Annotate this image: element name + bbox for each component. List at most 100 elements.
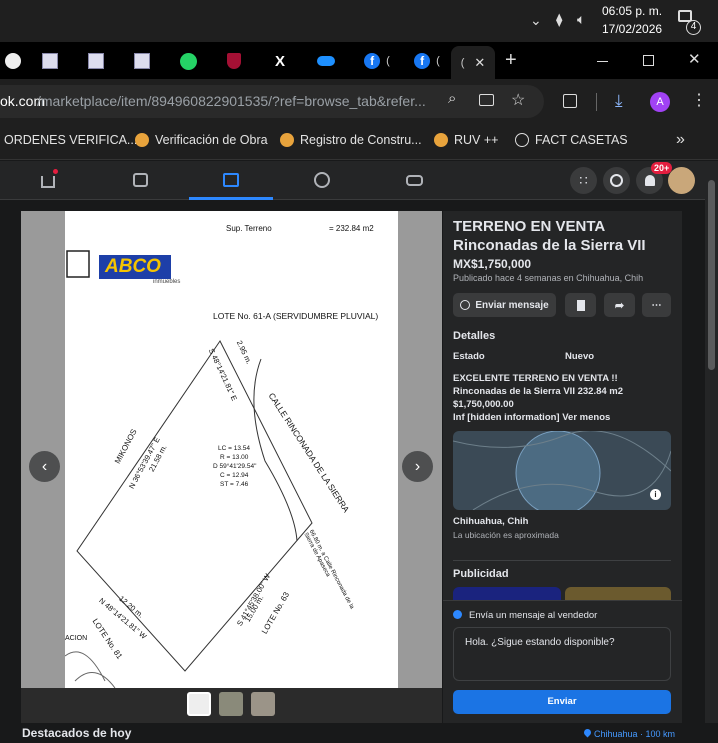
- bookmark-verificacion[interactable]: Verificación de Obra: [135, 133, 268, 147]
- next-photo-button[interactable]: ›: [402, 451, 433, 482]
- tab-label: (: [460, 56, 465, 69]
- watch-icon[interactable]: [129, 170, 151, 190]
- menu-grid-icon[interactable]: ∷: [570, 167, 597, 194]
- star-bookmark-icon[interactable]: ☆: [511, 90, 525, 110]
- minimize-icon[interactable]: [597, 61, 608, 62]
- curve-st: ST = 7.46: [220, 481, 249, 488]
- location-map[interactable]: i: [453, 431, 671, 510]
- more-options-button[interactable]: ⋯: [642, 293, 671, 317]
- location-pin-icon: [582, 727, 593, 738]
- browser-menu-icon[interactable]: ⋮: [691, 90, 707, 110]
- send-button[interactable]: Enviar: [453, 690, 671, 714]
- notification-badge: 20+: [651, 162, 673, 174]
- clock-time[interactable]: 06:05 p. m.: [602, 4, 662, 18]
- tab-facebook-2[interactable]: f(: [402, 49, 452, 73]
- gaming-icon[interactable]: [403, 170, 425, 190]
- tab-doc-3[interactable]: [117, 49, 167, 73]
- tab-onedrive[interactable]: [301, 49, 351, 73]
- groups-icon[interactable]: [311, 170, 333, 190]
- message-input[interactable]: Hola. ¿Sigue estando disponible?: [453, 627, 671, 681]
- whatsapp-icon: [179, 52, 197, 70]
- facebook-icon: f: [364, 53, 381, 69]
- location-note: La ubicación es aproximada: [453, 530, 559, 540]
- description-line-4: Inf [hidden information] Ver menos: [453, 412, 610, 423]
- volume-icon[interactable]: 🔈︎: [577, 11, 585, 28]
- acion-label: ACION: [65, 635, 88, 642]
- lote-61a-label: LOTE No. 61-A (SERVIDUMBRE PLUVIAL): [213, 311, 379, 321]
- map-roads: [453, 431, 671, 510]
- new-tab-icon[interactable]: +: [505, 49, 517, 72]
- extensions-icon[interactable]: [563, 94, 577, 108]
- brand-logo-sub: inmuebles: [153, 279, 181, 285]
- tab-doc-2[interactable]: [71, 49, 121, 73]
- divider: [596, 93, 597, 111]
- profile-avatar[interactable]: A: [650, 92, 670, 112]
- close-tab-icon[interactable]: ✕: [474, 55, 485, 71]
- omnibox[interactable]: ok.com /marketplace/item/894960822901535…: [0, 85, 544, 118]
- description-line-1: EXCELENTE TERRENO EN VENTA !!: [453, 373, 618, 384]
- tab-whatsapp[interactable]: [163, 49, 213, 73]
- listing-photo-viewer: ABCO inmuebles Sup. Terreno = 232.84 m2 …: [21, 211, 442, 723]
- ad-thumbnail-2[interactable]: [565, 587, 671, 601]
- bookmark-ruv[interactable]: RUV ++: [434, 133, 498, 147]
- save-button[interactable]: [565, 293, 596, 317]
- tab-x[interactable]: X: [255, 49, 305, 73]
- chevron-left-icon: ‹: [41, 457, 48, 475]
- see-less-link[interactable]: Ver menos: [562, 412, 610, 423]
- bookmark-fact-casetas[interactable]: FACT CASETAS: [515, 133, 628, 147]
- send-message-button[interactable]: Enviar mensaje: [453, 293, 556, 317]
- messenger-icon: [460, 300, 471, 310]
- tab-active[interactable]: ( ✕: [451, 46, 495, 79]
- marketplace-icon[interactable]: [220, 170, 242, 190]
- blurred-backdrop: [21, 211, 65, 688]
- curve-d: D 59°41'29.54": [213, 463, 257, 470]
- bookmark-ordenes[interactable]: ORDENES VERIFICA...: [4, 133, 137, 147]
- clock-date[interactable]: 17/02/2026: [602, 22, 662, 36]
- page-scrollbar[interactable]: [705, 170, 718, 743]
- messenger-icon[interactable]: [603, 167, 630, 194]
- bookmarks-bar: ORDENES VERIFICA... Verificación de Obra…: [0, 124, 718, 160]
- tab-doc-1[interactable]: [25, 49, 75, 73]
- corner-sketch: [65, 651, 116, 688]
- wifi-icon[interactable]: ⧫: [556, 12, 562, 28]
- document-favicon-icon: [134, 53, 150, 69]
- ad-thumbnail-1[interactable]: [453, 587, 561, 601]
- bookmark-registro[interactable]: Registro de Constru...: [280, 133, 422, 147]
- chevron-up-icon[interactable]: ⌄: [530, 12, 542, 29]
- photo-thumbnail-2[interactable]: [219, 692, 243, 716]
- ruv-favicon-icon: [434, 133, 448, 147]
- info-icon[interactable]: i: [650, 489, 661, 500]
- listing-posted: Publicado hace 4 semanas en Chihuahua, C…: [453, 273, 644, 283]
- scrollbar-thumb[interactable]: [708, 180, 715, 370]
- maximize-icon[interactable]: [643, 55, 654, 66]
- more-bookmarks-icon[interactable]: »: [676, 131, 685, 149]
- photo-thumbnail-1[interactable]: [187, 692, 211, 716]
- browser-tab-strip: X f( f( ( ✕ + ✕: [0, 42, 718, 79]
- message-prompt: Envía un mensaje al vendedor: [469, 610, 598, 621]
- home-notification-dot: [53, 169, 58, 174]
- x-logo-icon: X: [274, 52, 285, 70]
- notification-count: 4: [686, 20, 701, 35]
- marketplace-active-indicator: [189, 197, 273, 200]
- zoom-icon[interactable]: ⌕: [448, 90, 456, 107]
- message-seller-box: Envía un mensaje al vendedor Hola. ¿Sigu…: [443, 600, 682, 723]
- listing-title: TERRENO EN VENTA Rinconadas de la Sierra…: [453, 218, 646, 254]
- photo-thumbnail-3[interactable]: [251, 692, 275, 716]
- account-avatar[interactable]: [668, 167, 695, 194]
- listing-photo[interactable]: ABCO inmuebles Sup. Terreno = 232.84 m2 …: [65, 211, 398, 688]
- tab-facebook-1[interactable]: f(: [352, 49, 402, 73]
- prev-photo-button[interactable]: ‹: [29, 451, 60, 482]
- lot-outline: [76, 340, 313, 672]
- download-icon[interactable]: ⤓: [615, 91, 623, 111]
- blurred-backdrop: [398, 211, 442, 688]
- share-button[interactable]: ➦: [604, 293, 635, 317]
- bookmark-icon: [576, 299, 585, 311]
- install-app-icon[interactable]: [479, 94, 494, 106]
- home-icon[interactable]: [37, 169, 59, 190]
- tab-harvard[interactable]: [209, 49, 259, 73]
- close-window-icon[interactable]: ✕: [688, 50, 701, 68]
- location-radius-link[interactable]: Chihuahua · 100 km: [594, 729, 675, 739]
- tab-label: (: [386, 55, 390, 67]
- bookmark-label: RUV ++: [454, 133, 499, 147]
- ruv-favicon-icon: [135, 133, 149, 147]
